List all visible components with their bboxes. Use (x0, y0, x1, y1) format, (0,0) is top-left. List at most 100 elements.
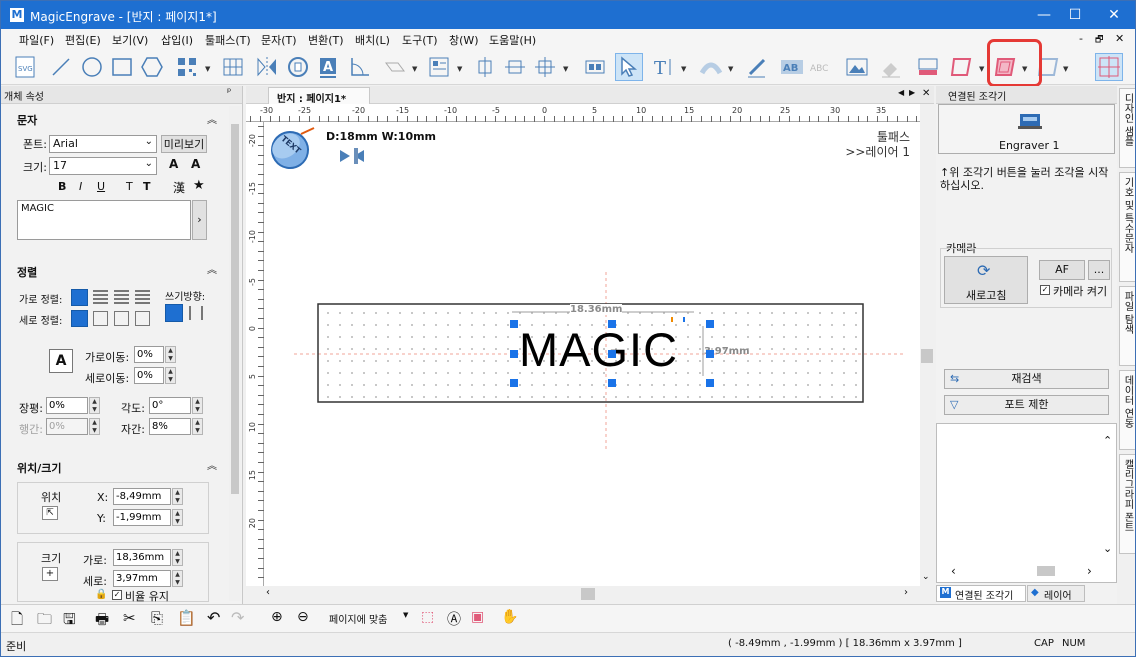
chevron-left-icon[interactable]: ‹ (951, 564, 956, 578)
width-ratio-input[interactable] (46, 397, 88, 414)
text-insert-button[interactable]: T (649, 53, 677, 81)
vertical-writing-icon[interactable] (189, 306, 203, 320)
hscroll-thumb[interactable] (581, 588, 595, 600)
vscroll-thumb[interactable] (921, 349, 933, 363)
handle-tm[interactable] (608, 320, 616, 328)
font-size-up-button[interactable]: A (169, 157, 178, 171)
chevron-down-icon[interactable]: ▼ (457, 65, 463, 73)
chevron-down-icon[interactable]: ▼ (403, 611, 408, 619)
new-file-icon[interactable]: 🗋 (11, 609, 23, 634)
left-scroll-thumb[interactable] (231, 124, 239, 494)
menu-toolpath[interactable]: 툴패스(T) (205, 32, 251, 48)
align-both-button[interactable] (531, 53, 559, 81)
handle-tl[interactable] (510, 320, 518, 328)
y-input[interactable] (113, 509, 171, 526)
shape-tool-button[interactable] (381, 53, 409, 81)
mdi-close-button[interactable]: ✕ (1115, 32, 1124, 45)
arc-tool-button[interactable] (346, 53, 374, 81)
engrave-device-button[interactable] (914, 53, 942, 81)
eraser-button[interactable] (877, 53, 905, 81)
paste-icon[interactable]: 📋 (177, 609, 196, 627)
text-expand-button[interactable]: › (192, 200, 207, 240)
zoom-area-icon[interactable]: ⬚ (421, 609, 434, 625)
menu-transform[interactable]: 변환(T) (308, 32, 344, 48)
v-move-stepper[interactable]: ▲ ▼ (165, 367, 176, 384)
print-icon[interactable]: 🖶 (95, 609, 109, 634)
width-ratio-stepper[interactable]: ▲ ▼ (89, 397, 100, 414)
font-select[interactable]: Arial ⌄ (49, 135, 157, 153)
text-outline-button[interactable]: AB (778, 53, 806, 81)
open-folder-icon[interactable]: 🗀 (37, 609, 52, 634)
engraver-button[interactable]: Engraver 1 (938, 104, 1115, 154)
rect-tool-button[interactable] (108, 53, 136, 81)
side-tab-design-samples[interactable]: 디자인 샘플 (1119, 88, 1135, 168)
tab-close-button[interactable]: ✕ (922, 88, 930, 99)
align-right-text-icon[interactable] (114, 290, 129, 305)
collapse-align-icon[interactable]: ︽ (207, 261, 217, 276)
engraver-list[interactable]: ⌃ ⌄ ‹ › (936, 423, 1117, 583)
camera-more-button[interactable]: ... (1088, 260, 1110, 280)
chevron-right-icon[interactable]: › (904, 587, 908, 598)
w-input[interactable] (113, 549, 171, 566)
ellipse-tool-button[interactable] (78, 53, 106, 81)
handle-bm[interactable] (608, 379, 616, 387)
camera-on-checkbox[interactable]: ✓ (1040, 285, 1050, 295)
font-size-down-button[interactable]: A (191, 157, 200, 171)
text-style-2-button[interactable]: T (143, 180, 151, 193)
align-center-button[interactable] (471, 53, 499, 81)
menu-help[interactable]: 도움말(H) (489, 32, 536, 48)
group-button[interactable] (581, 53, 609, 81)
angle-stepper[interactable]: ▲ ▼ (192, 397, 203, 414)
valign-justify-icon[interactable] (135, 311, 150, 326)
pin-icon[interactable]: ᵖ (227, 87, 231, 98)
undo-icon[interactable]: ↶ (207, 608, 220, 627)
mdi-minimize-button[interactable]: - (1079, 32, 1083, 45)
valign-bottom-icon[interactable] (114, 311, 129, 326)
af-button[interactable]: AF (1039, 260, 1085, 280)
ring-tool-button[interactable] (284, 53, 312, 81)
underline-button[interactable]: U (97, 180, 105, 193)
rotate-handle[interactable] (671, 317, 685, 322)
char-spacing-input[interactable] (149, 418, 191, 435)
valign-middle-icon[interactable] (93, 311, 108, 326)
image-button[interactable] (843, 53, 871, 81)
left-scrollbar[interactable] (229, 106, 241, 601)
crosshair-snap-button[interactable] (1095, 53, 1123, 81)
chevron-down-icon[interactable]: ▼ (412, 65, 418, 73)
chevron-up-icon[interactable]: ⌃ (1103, 434, 1112, 447)
handle-tr[interactable] (706, 320, 714, 328)
polygon-tool-button[interactable] (138, 53, 166, 81)
h-move-stepper[interactable]: ▲ ▼ (165, 346, 176, 363)
table-tool-button[interactable] (219, 53, 247, 81)
x-stepper[interactable]: ▲ ▼ (172, 488, 183, 505)
y-stepper[interactable]: ▲ ▼ (172, 509, 183, 526)
ratio-checkbox[interactable]: ✓ (112, 590, 122, 600)
refresh-button[interactable]: ⟳ 새로고침 (944, 256, 1028, 304)
menu-text[interactable]: 문자(T) (261, 32, 297, 48)
text-tool-button[interactable]: A (314, 53, 342, 81)
h-stepper[interactable]: ▲ ▼ (172, 570, 183, 587)
zoom-in-icon[interactable]: ⊕ (271, 609, 283, 625)
h-input[interactable] (113, 570, 171, 587)
v-move-input[interactable] (134, 367, 164, 384)
chevron-down-icon[interactable]: ▼ (563, 65, 569, 73)
h-move-input[interactable] (134, 346, 164, 363)
menu-file[interactable]: 파일(F) (19, 32, 54, 48)
chevron-left-icon[interactable]: ‹ (266, 587, 270, 598)
side-tab-file-explorer[interactable]: 파일 탐색 (1119, 286, 1135, 366)
tab-engraver[interactable]: M 연결된 조각기 (936, 585, 1026, 602)
menu-tools[interactable]: 도구(T) (402, 32, 438, 48)
doc-tab[interactable]: 반지 : 페이지1* (268, 87, 370, 105)
frame-shape-button[interactable] (947, 53, 975, 81)
size-anchor-icon[interactable]: + (42, 567, 58, 581)
zoom-actual-icon[interactable]: Ⓐ (447, 609, 461, 629)
zoom-fit-select[interactable]: 페이지에 맞춤 (329, 611, 387, 626)
handle-ml[interactable] (510, 350, 518, 358)
collapse-pos-icon[interactable]: ︽ (207, 457, 217, 472)
line-tool-button[interactable] (47, 53, 75, 81)
size-select[interactable]: 17 ⌄ (49, 157, 157, 175)
menu-insert[interactable]: 삽입(I) (161, 32, 193, 48)
side-tab-calligraphy[interactable]: 캘리그라피 폰트 (1119, 454, 1135, 554)
tab-layer[interactable]: ◆ 레이어 (1027, 585, 1085, 602)
angle-input[interactable] (149, 397, 191, 414)
